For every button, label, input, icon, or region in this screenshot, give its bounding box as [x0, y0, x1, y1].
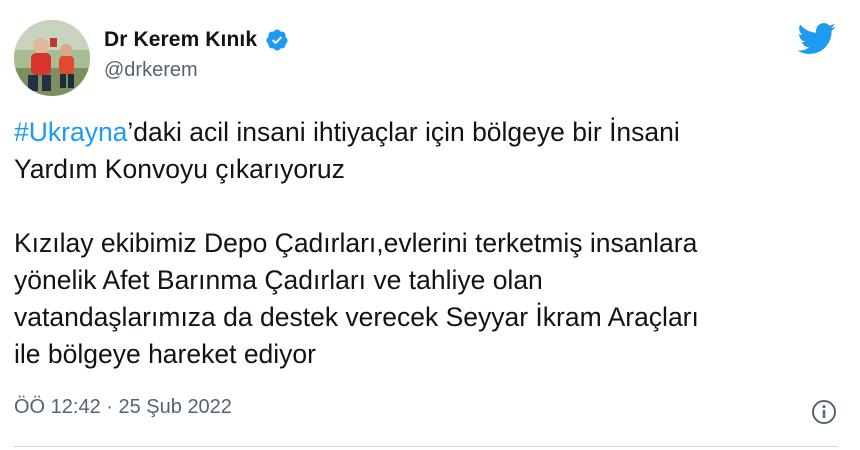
tweet-text-line2: Yardım Konvoyu çıkarıyoruz — [14, 154, 345, 184]
tweet-card: Dr Kerem Kınık @drkerem #Ukrayna’daki ac… — [0, 0, 860, 450]
user-handle[interactable]: @drkerem — [104, 59, 289, 82]
tweet-text-paragraph2: Kızılay ekibimiz Depo Çadırları,evlerini… — [14, 228, 699, 369]
display-name[interactable]: Dr Kerem Kınık — [104, 28, 257, 52]
hashtag-link[interactable]: #Ukrayna — [14, 117, 127, 147]
tweet-text: #Ukrayna’daki acil insani ihtiyaçlar içi… — [14, 114, 834, 373]
verified-badge-icon — [265, 28, 289, 52]
avatar-image — [14, 20, 90, 96]
twitter-bird-icon[interactable] — [797, 22, 836, 54]
avatar[interactable] — [14, 20, 90, 96]
user-info: Dr Kerem Kınık @drkerem — [104, 25, 289, 82]
divider — [14, 446, 838, 447]
tweet-text-line1: ’daki acil insani ihtiyaçlar için bölgey… — [127, 117, 680, 147]
tweet-timestamp[interactable]: ÖÖ 12:42 · 25 Şub 2022 — [14, 396, 232, 419]
info-icon[interactable] — [810, 398, 838, 426]
